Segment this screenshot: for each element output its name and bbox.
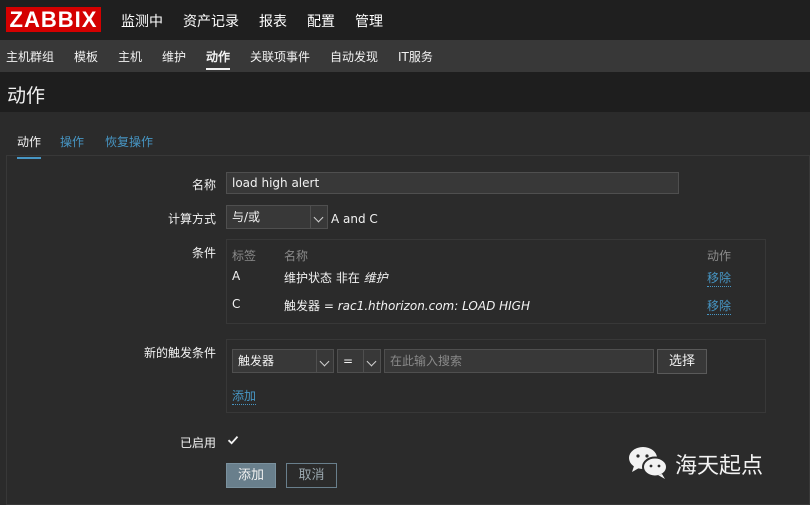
chevron-down-icon xyxy=(316,350,333,372)
new-condition-label: 新的触发条件 xyxy=(143,346,216,360)
name-input[interactable]: load high alert xyxy=(226,172,679,194)
chevron-down-icon xyxy=(363,350,380,372)
calculation-label: 计算方式 xyxy=(167,212,216,226)
condition-name: 维护状态 非在 维护 xyxy=(284,271,388,285)
tab-recovery-operations[interactable]: 恢复操作 xyxy=(105,133,153,150)
page-title: 动作 xyxy=(7,86,46,107)
search-input[interactable]: 在此输入搜索 xyxy=(384,349,654,373)
wechat-icon xyxy=(629,447,668,479)
tab-action[interactable]: 动作 xyxy=(17,133,42,159)
condition-remove-link[interactable]: 移除 xyxy=(707,269,732,287)
subnav-host-groups[interactable]: 主机群组 xyxy=(6,48,54,65)
tab-bar: 动作 操作 恢复操作 xyxy=(6,126,810,159)
enabled-checkbox[interactable] xyxy=(227,434,239,446)
condition-tag: A xyxy=(232,269,241,283)
chevron-down-icon xyxy=(310,206,327,228)
topnav-configuration[interactable]: 配置 xyxy=(307,11,335,31)
condition-tag: C xyxy=(232,297,241,311)
add-button[interactable]: 添加 xyxy=(226,463,276,488)
subnav-actions[interactable]: 动作 xyxy=(206,48,231,70)
name-label: 名称 xyxy=(191,178,216,192)
enabled-label: 已启用 xyxy=(179,436,216,450)
calculation-expression: A and C xyxy=(331,212,378,226)
subnav-it-services[interactable]: IT服务 xyxy=(398,48,433,65)
subnav-maintenance[interactable]: 维护 xyxy=(162,48,186,65)
cancel-button[interactable]: 取消 xyxy=(286,463,337,488)
topnav-administration[interactable]: 管理 xyxy=(355,11,383,31)
select-button[interactable]: 选择 xyxy=(657,349,707,374)
subnav-event-correlation[interactable]: 关联项事件 xyxy=(250,48,310,65)
subnav-discovery[interactable]: 自动发现 xyxy=(330,48,378,65)
page-header: 动作 xyxy=(0,72,810,112)
conditions-header-action: 动作 xyxy=(707,249,732,263)
topnav-inventory[interactable]: 资产记录 xyxy=(183,11,239,31)
calculation-select[interactable]: 与/或 xyxy=(226,205,328,229)
topnav-monitoring[interactable]: 监测中 xyxy=(121,11,163,31)
check-icon xyxy=(227,436,239,445)
subnav-hosts[interactable]: 主机 xyxy=(118,48,142,65)
subnav-templates[interactable]: 模板 xyxy=(74,48,98,65)
zabbix-logo[interactable]: ZABBIX xyxy=(6,7,101,32)
conditions-header-tag: 标签 xyxy=(232,249,257,263)
topnav-reports[interactable]: 报表 xyxy=(259,11,287,31)
condition-type-select[interactable]: 触发器 xyxy=(232,349,334,373)
condition-operator-select[interactable]: = xyxy=(337,349,381,373)
calculation-select-value: 与/或 xyxy=(232,210,261,224)
sub-navigation: 主机群组 模板 主机 维护 动作 关联项事件 自动发现 IT服务 xyxy=(0,40,810,72)
condition-operator-value: = xyxy=(343,354,354,368)
conditions-label: 条件 xyxy=(191,246,216,260)
watermark-text: 海天起点 xyxy=(675,454,764,479)
conditions-header-name: 名称 xyxy=(284,249,309,263)
condition-name: 触发器 = rac1.hthorizon.com: LOAD HIGH xyxy=(284,299,531,313)
condition-type-value: 触发器 xyxy=(238,354,275,368)
top-navigation: ZABBIX 监测中 资产记录 报表 配置 管理 xyxy=(0,0,810,40)
add-condition-link[interactable]: 添加 xyxy=(232,387,257,405)
condition-remove-link[interactable]: 移除 xyxy=(707,297,732,315)
tab-operations[interactable]: 操作 xyxy=(60,133,84,150)
